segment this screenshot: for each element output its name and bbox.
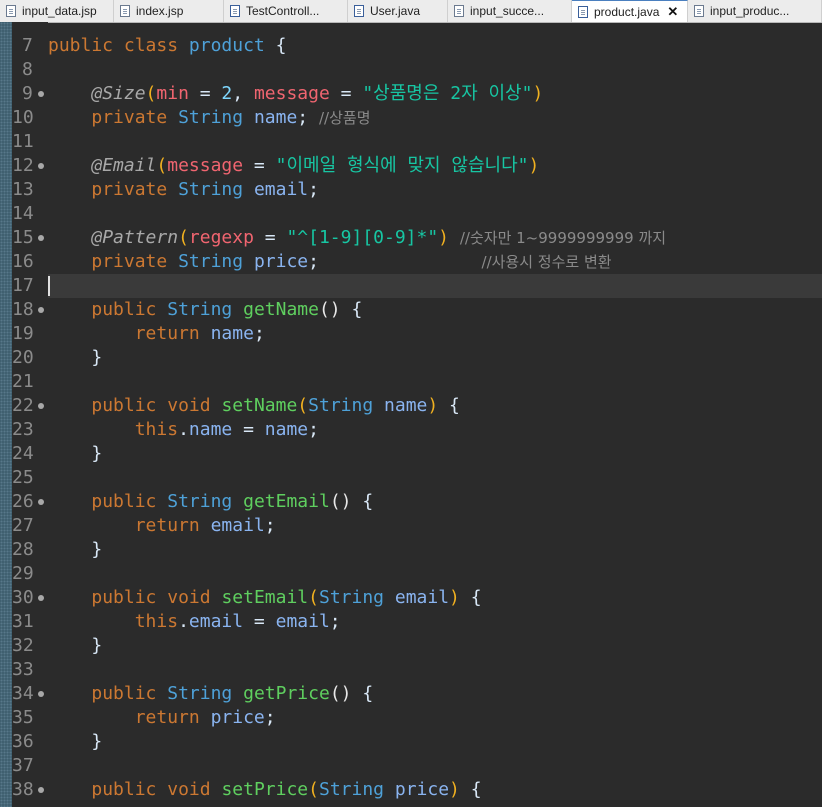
line-number: 17 xyxy=(12,275,34,296)
line-number: 26 xyxy=(12,491,34,512)
line-number: 8 xyxy=(22,59,33,80)
code-line: return price; xyxy=(134,707,276,728)
java-file-icon xyxy=(354,5,364,17)
tab-product-java[interactable]: product.java ✕ xyxy=(572,0,688,22)
text-caret xyxy=(48,276,50,296)
line-number: 12 xyxy=(12,155,34,176)
line-number: 38 xyxy=(12,779,34,800)
code-line: private String price; //사용시 정수로 변환 xyxy=(91,251,612,272)
line-number: 37 xyxy=(12,755,34,776)
line-number: 31 xyxy=(12,611,34,632)
code-line: public String getPrice() { xyxy=(91,683,374,704)
code-line: } xyxy=(48,539,103,560)
annotation-ruler xyxy=(0,22,12,807)
line-number: 27 xyxy=(12,515,34,536)
line-number-gutter: 7 8 9 10 11 12 13 14 15 16 17 18 19 20 21 22 23 24 25 26 27 2… xyxy=(12,22,48,807)
line-number: 16 xyxy=(12,251,34,272)
line-number: 36 xyxy=(12,731,34,752)
tab-user-java[interactable]: User.java xyxy=(348,0,448,22)
tab-index-jsp[interactable]: index.jsp xyxy=(114,0,224,22)
fold-collapse-icon[interactable] xyxy=(38,691,44,697)
line-number: 32 xyxy=(12,635,34,656)
fold-collapse-icon[interactable] xyxy=(38,787,44,793)
code-line: public String getEmail() { xyxy=(91,491,374,512)
fold-collapse-icon[interactable] xyxy=(38,403,44,409)
code-line: public class product { xyxy=(48,35,287,56)
line-number: 7 xyxy=(22,35,33,56)
line-number: 33 xyxy=(12,659,34,680)
tab-label: input_data.jsp xyxy=(22,4,97,18)
code-line: @Pattern(regexp = "^[1-9][0-9]*") //숫자만 … xyxy=(91,227,667,248)
line-number: 11 xyxy=(12,131,34,152)
line-number: 22 xyxy=(12,395,34,416)
jsp-file-icon xyxy=(120,5,130,17)
close-tab-icon[interactable]: ✕ xyxy=(667,4,678,20)
line-number: 13 xyxy=(12,179,34,200)
fold-collapse-icon[interactable] xyxy=(38,595,44,601)
code-line: } xyxy=(48,347,103,368)
code-line: } xyxy=(48,635,103,656)
code-line: private String email; xyxy=(91,179,319,200)
java-file-icon xyxy=(578,5,588,18)
code-line: } xyxy=(48,731,103,752)
code-line: return name; xyxy=(134,323,265,344)
fold-collapse-icon[interactable] xyxy=(38,163,44,169)
line-number: 28 xyxy=(12,539,34,560)
line-number: 18 xyxy=(12,299,34,320)
tab-label: input_produc... xyxy=(710,4,790,18)
line-number: 20 xyxy=(12,347,34,368)
code-line: return email; xyxy=(134,515,276,536)
line-number: 23 xyxy=(12,419,34,440)
line-number: 25 xyxy=(12,467,34,488)
code-line: @Email(message = "이메일 형식에 맞지 않습니다") xyxy=(91,155,540,176)
code-editor[interactable]: public class product { @Size(min = 2, me… xyxy=(48,22,822,807)
tab-input-produc[interactable]: input_produc... xyxy=(688,0,822,22)
tab-label: product.java xyxy=(594,4,660,19)
tab-testcontroll[interactable]: TestControll... xyxy=(224,0,348,22)
code-line: private String name; //상품명 xyxy=(91,107,371,128)
fold-collapse-icon[interactable] xyxy=(38,235,44,241)
tab-label: input_succe... xyxy=(470,4,545,18)
line-number: 9 xyxy=(22,83,33,104)
line-number: 21 xyxy=(12,371,34,392)
java-file-icon xyxy=(230,5,240,17)
fold-collapse-icon[interactable] xyxy=(38,499,44,505)
fold-collapse-icon[interactable] xyxy=(38,307,44,313)
line-number: 30 xyxy=(12,587,34,608)
line-number: 19 xyxy=(12,323,34,344)
code-line: this.email = email; xyxy=(134,611,341,632)
code-line: public void setName(String name) { xyxy=(91,395,460,416)
jsp-file-icon xyxy=(6,5,16,17)
line-number: 29 xyxy=(12,563,34,584)
code-line: public void setPrice(String price) { xyxy=(91,779,482,800)
jsp-file-icon xyxy=(454,5,464,17)
line-number: 10 xyxy=(12,107,34,128)
fold-collapse-icon[interactable] xyxy=(38,91,44,97)
code-line: this.name = name; xyxy=(134,419,319,440)
line-number: 34 xyxy=(12,683,34,704)
tab-label: User.java xyxy=(370,4,421,18)
editor-tab-bar: input_data.jsp index.jsp TestControll... Us… xyxy=(0,0,822,23)
line-number: 15 xyxy=(12,227,34,248)
tab-input-succe[interactable]: input_succe... xyxy=(448,0,572,22)
line-number: 35 xyxy=(12,707,34,728)
tab-label: index.jsp xyxy=(136,4,184,18)
jsp-file-icon xyxy=(694,5,704,17)
tab-input-data-jsp[interactable]: input_data.jsp xyxy=(0,0,114,22)
line-number: 24 xyxy=(12,443,34,464)
tab-label: TestControll... xyxy=(246,4,320,18)
code-line: @Size(min = 2, message = "상품명은 2자 이상") xyxy=(91,83,544,104)
code-line: public String getName() { xyxy=(91,299,363,320)
line-number: 14 xyxy=(12,203,34,224)
code-line: public void setEmail(String email) { xyxy=(91,587,482,608)
code-line: } xyxy=(48,443,103,464)
